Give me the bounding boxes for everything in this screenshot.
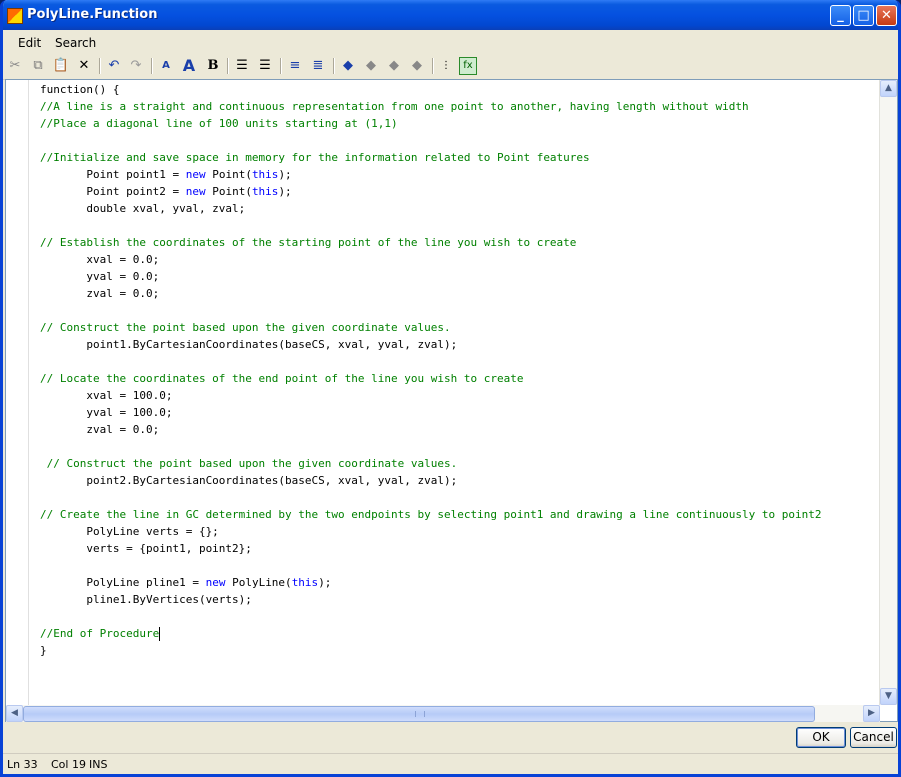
toolbar-separator: [432, 58, 434, 74]
code-editor[interactable]: function() {//A line is a straight and c…: [5, 79, 898, 722]
horizontal-scrollbar[interactable]: ◀ ▶: [6, 705, 880, 722]
close-button[interactable]: ✕: [876, 5, 897, 26]
code-line[interactable]: // Construct the point based upon the gi…: [40, 455, 882, 472]
editor-window: PolyLine.Function _ □ ✕ Edit Search ✂ ⧉ …: [0, 0, 901, 777]
toolbar-separator: [227, 58, 229, 74]
code-line[interactable]: PolyLine verts = {};: [40, 523, 882, 540]
code-line[interactable]: function() {: [40, 81, 882, 98]
toolbar-separator: [280, 58, 282, 74]
bookmark-toggle-icon[interactable]: ◆: [338, 56, 358, 76]
outdent-icon[interactable]: ☰: [255, 56, 275, 76]
scroll-down-icon[interactable]: ▼: [880, 688, 897, 705]
code-line[interactable]: xval = 100.0;: [40, 387, 882, 404]
code-line[interactable]: [40, 438, 882, 455]
cancel-button[interactable]: Cancel: [850, 727, 897, 748]
insert-snippet-icon[interactable]: ⋮: [436, 56, 456, 76]
code-line[interactable]: [40, 302, 882, 319]
code-line[interactable]: yval = 100.0;: [40, 404, 882, 421]
code-line[interactable]: xval = 0.0;: [40, 251, 882, 268]
app-icon: [7, 8, 23, 24]
bookmark-clear-icon[interactable]: ◆: [407, 56, 427, 76]
code-line[interactable]: Point point1 = new Point(this);: [40, 166, 882, 183]
scroll-up-icon[interactable]: ▲: [880, 80, 897, 97]
toolbar-separator: [333, 58, 335, 74]
copy-icon[interactable]: ⧉: [28, 56, 48, 76]
code-line[interactable]: point1.ByCartesianCoordinates(baseCS, xv…: [40, 336, 882, 353]
comment-icon[interactable]: ≡: [285, 56, 305, 76]
code-line[interactable]: // Create the line in GC determined by t…: [40, 506, 882, 523]
scroll-left-icon[interactable]: ◀: [6, 705, 23, 722]
status-column: Col 19: [51, 758, 86, 771]
status-line: Ln 33: [7, 758, 38, 771]
maximize-button[interactable]: □: [853, 5, 874, 26]
bookmark-prev-icon[interactable]: ◆: [384, 56, 404, 76]
ok-button[interactable]: OK: [796, 727, 846, 748]
cut-icon[interactable]: ✂: [5, 56, 25, 76]
code-line[interactable]: verts = {point1, point2};: [40, 540, 882, 557]
status-mode: INS: [89, 758, 108, 771]
horizontal-scroll-thumb[interactable]: [23, 706, 815, 722]
code-line[interactable]: [40, 489, 882, 506]
scroll-right-icon[interactable]: ▶: [863, 705, 880, 722]
toolbar-separator: [151, 58, 153, 74]
decrease-font-icon[interactable]: A: [156, 56, 176, 76]
code-line[interactable]: zval = 0.0;: [40, 285, 882, 302]
bold-icon[interactable]: B: [203, 56, 223, 76]
toolbar-separator: [99, 58, 101, 74]
code-line[interactable]: [40, 608, 882, 625]
code-line[interactable]: [40, 132, 882, 149]
undo-icon[interactable]: ↶: [104, 56, 124, 76]
code-line[interactable]: //Place a diagonal line of 100 units sta…: [40, 115, 882, 132]
code-line[interactable]: PolyLine pline1 = new PolyLine(this);: [40, 574, 882, 591]
code-line[interactable]: //A line is a straight and continuous re…: [40, 98, 882, 115]
code-line[interactable]: //End of Procedure: [40, 625, 882, 642]
menu-bar: Edit Search: [3, 30, 898, 52]
code-line[interactable]: // Establish the coordinates of the star…: [40, 234, 882, 251]
bookmark-next-icon[interactable]: ◆: [361, 56, 381, 76]
code-line[interactable]: yval = 0.0;: [40, 268, 882, 285]
code-text[interactable]: function() {//A line is a straight and c…: [40, 81, 882, 705]
indent-icon[interactable]: ☰: [232, 56, 252, 76]
redo-icon[interactable]: ↷: [126, 56, 146, 76]
code-line[interactable]: [40, 557, 882, 574]
code-line[interactable]: // Locate the coordinates of the end poi…: [40, 370, 882, 387]
text-caret: [159, 627, 161, 641]
menu-edit[interactable]: Edit: [18, 36, 41, 50]
uncomment-icon[interactable]: ≣: [308, 56, 328, 76]
menu-search[interactable]: Search: [55, 36, 96, 50]
status-bar: Ln 33 Col 19 INS: [3, 753, 898, 774]
code-line[interactable]: [40, 217, 882, 234]
code-line[interactable]: //Initialize and save space in memory fo…: [40, 149, 882, 166]
code-line[interactable]: point2.ByCartesianCoordinates(baseCS, xv…: [40, 472, 882, 489]
window-title: PolyLine.Function: [27, 7, 158, 22]
code-line[interactable]: [40, 353, 882, 370]
increase-font-icon[interactable]: A: [179, 56, 199, 76]
paste-icon[interactable]: 📋: [51, 56, 71, 76]
vertical-scrollbar[interactable]: ▲ ▼: [879, 80, 897, 705]
title-bar[interactable]: PolyLine.Function _ □ ✕: [3, 0, 898, 30]
code-line[interactable]: // Construct the point based upon the gi…: [40, 319, 882, 336]
delete-icon[interactable]: ✕: [74, 56, 94, 76]
function-icon[interactable]: fx: [459, 57, 477, 75]
line-gutter: [6, 80, 29, 706]
minimize-button[interactable]: _: [830, 5, 851, 26]
toolbar: ✂ ⧉ 📋 ✕ ↶ ↷ A A B ☰ ☰ ≡ ≣ ◆ ◆ ◆ ◆ ⋮ fx: [3, 53, 898, 80]
code-line[interactable]: pline1.ByVertices(verts);: [40, 591, 882, 608]
code-line[interactable]: Point point2 = new Point(this);: [40, 183, 882, 200]
code-line[interactable]: zval = 0.0;: [40, 421, 882, 438]
code-line[interactable]: }: [40, 642, 882, 659]
code-line[interactable]: double xval, yval, zval;: [40, 200, 882, 217]
